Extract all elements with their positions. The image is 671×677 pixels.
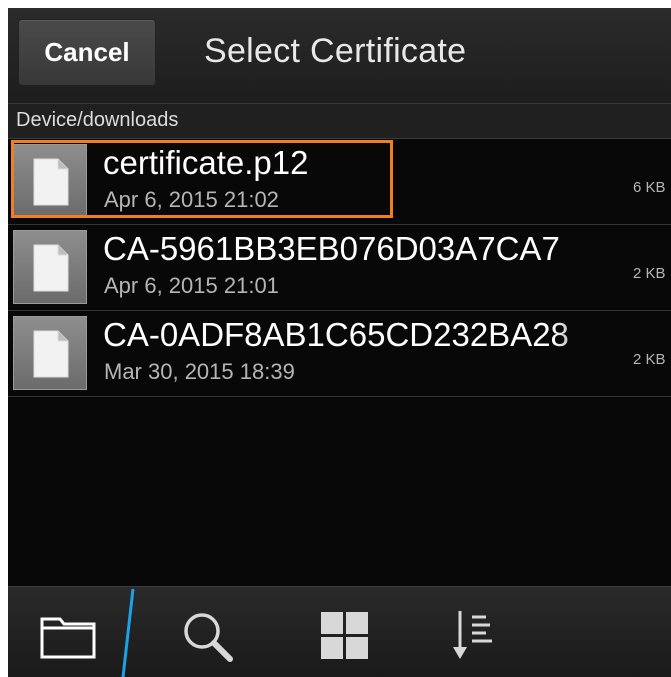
file-size: 2 KB <box>633 351 666 368</box>
file-size: 2 KB <box>633 265 666 282</box>
grid-view-button[interactable] <box>288 587 408 677</box>
file-date: Apr 6, 2015 21:01 <box>104 273 279 298</box>
file-thumbnail <box>13 230 87 304</box>
search-button[interactable] <box>148 587 268 677</box>
sort-icon <box>453 611 492 659</box>
file-thumbnail <box>13 316 87 390</box>
file-date: Apr 6, 2015 21:02 <box>104 187 279 212</box>
grid-view-icon <box>321 612 368 659</box>
title-bar: Cancel Select Certificate <box>8 8 671 103</box>
search-icon <box>184 613 233 662</box>
active-tab-indicator <box>121 588 135 677</box>
file-row-ca-5961[interactable]: CA-5961BB3EB076D03A7CA7 Apr 6, 2015 21:0… <box>8 225 671 311</box>
file-thumbnail <box>13 144 87 218</box>
file-row-ca-0adf[interactable]: CA-0ADF8AB1C65CD232BA28 Mar 30, 2015 18:… <box>8 311 671 397</box>
folder-button[interactable] <box>8 587 120 677</box>
folder-icon <box>40 617 96 659</box>
current-path: Device/downloads <box>16 109 179 131</box>
sort-button[interactable] <box>428 587 548 677</box>
bottom-action-bar <box>8 586 671 677</box>
file-name: CA-5961BB3EB076D03A7CA7 <box>103 230 560 267</box>
document-icon <box>33 244 69 292</box>
file-name: CA-0ADF8AB1C65CD232BA28 <box>103 316 569 353</box>
cancel-button[interactable]: Cancel <box>18 19 156 86</box>
file-row-certificate-p12[interactable]: certificate.p12 Apr 6, 2015 21:02 6 KB <box>8 139 671 225</box>
file-name: certificate.p12 <box>103 144 309 181</box>
document-icon <box>33 158 69 206</box>
select-certificate-screen: Cancel Select Certificate Device/downloa… <box>8 8 671 677</box>
document-icon <box>33 330 69 378</box>
file-size: 6 KB <box>633 179 666 196</box>
breadcrumb: Device/downloads <box>8 103 671 139</box>
page-title: Select Certificate <box>204 32 467 70</box>
file-date: Mar 30, 2015 18:39 <box>104 359 295 384</box>
